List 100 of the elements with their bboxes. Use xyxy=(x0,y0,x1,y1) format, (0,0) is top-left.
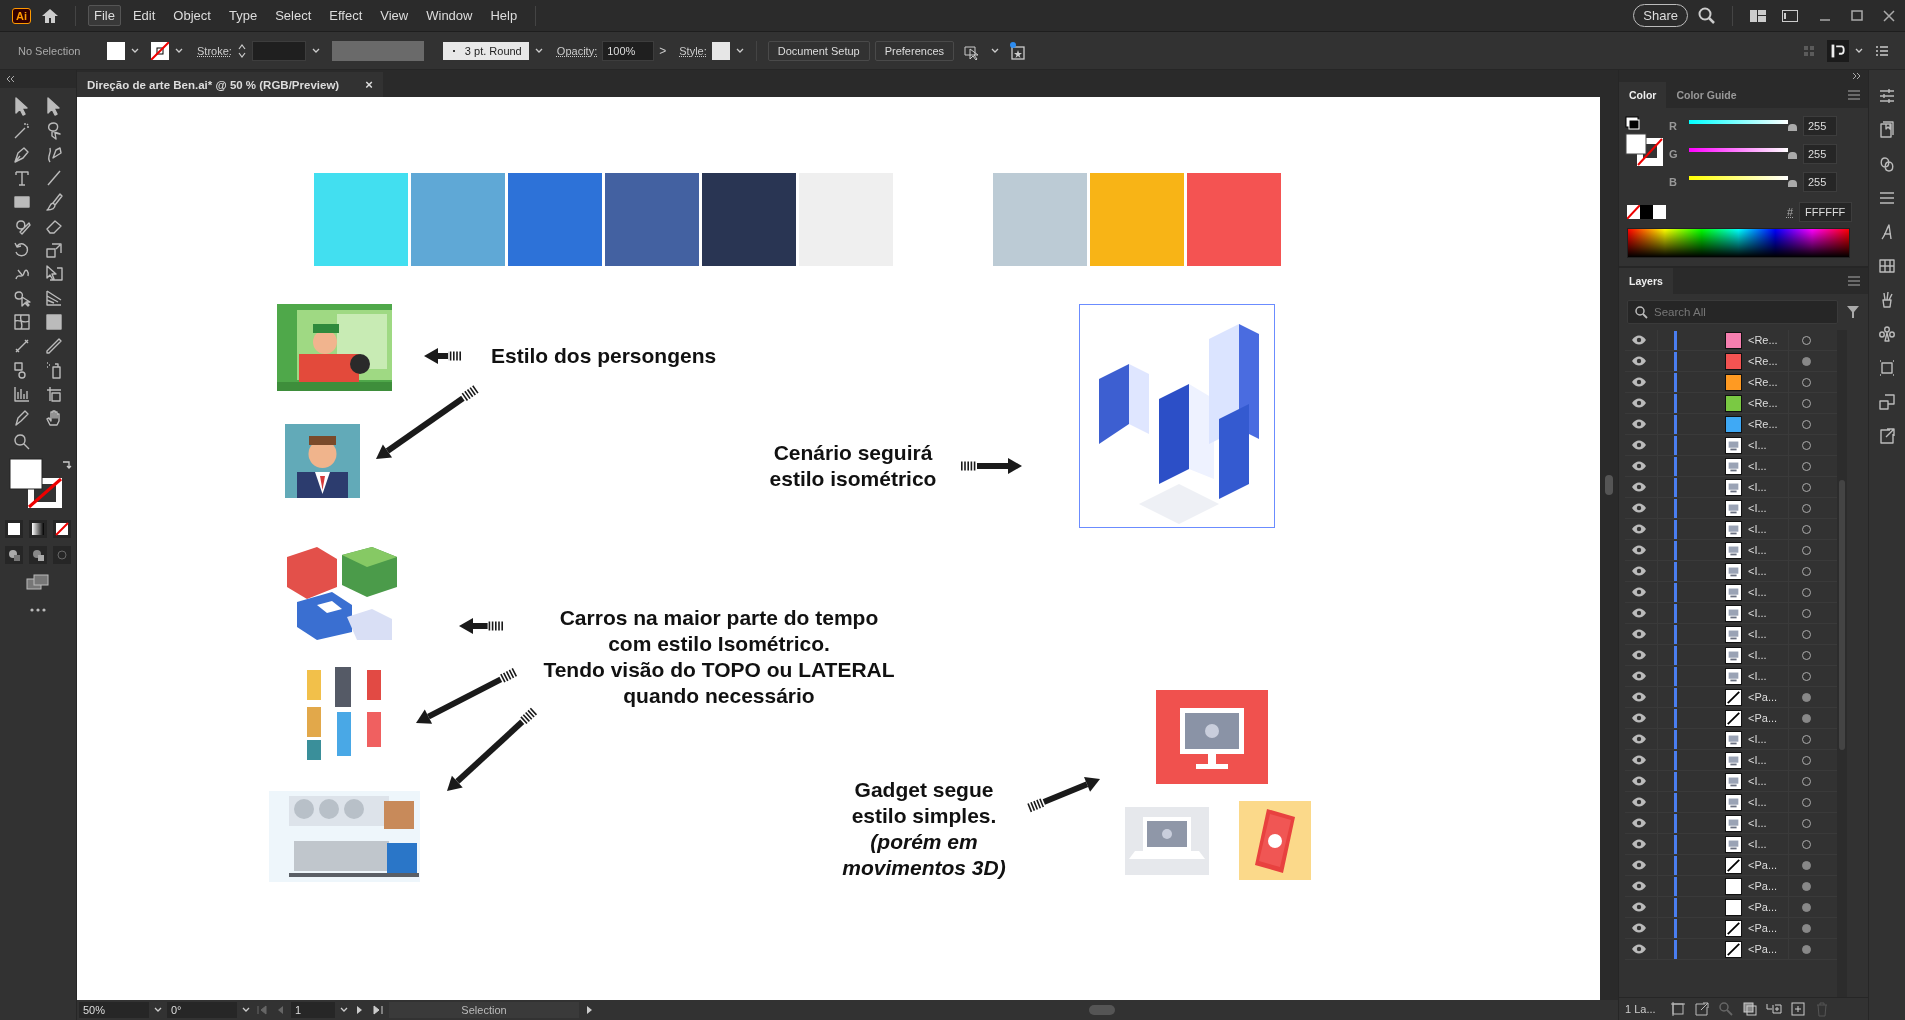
layer-name[interactable]: <I... xyxy=(1748,481,1788,493)
layer-name[interactable]: <Pa... xyxy=(1748,712,1788,724)
symbol-sprayer-icon[interactable] xyxy=(44,360,64,380)
layer-name[interactable]: <I... xyxy=(1748,565,1788,577)
target-icon[interactable] xyxy=(1801,944,1811,954)
layer-name[interactable]: <I... xyxy=(1748,649,1788,661)
eye-icon[interactable] xyxy=(1631,944,1647,954)
menu-item[interactable]: Edit xyxy=(126,5,162,26)
eye-icon[interactable] xyxy=(1631,335,1647,345)
scale-icon[interactable] xyxy=(44,240,64,260)
target-icon[interactable] xyxy=(1801,860,1811,870)
target-icon[interactable] xyxy=(1801,902,1811,912)
new-layer-icon[interactable] xyxy=(1789,1001,1806,1017)
eye-icon[interactable] xyxy=(1631,671,1647,681)
search-field[interactable]: Search All xyxy=(1627,300,1838,324)
layer-name[interactable]: <Pa... xyxy=(1748,691,1788,703)
stroke-swatch[interactable] xyxy=(151,41,169,60)
layer-name[interactable]: <Pa... xyxy=(1748,880,1788,892)
eye-icon[interactable] xyxy=(1631,482,1647,492)
quick-swatches[interactable] xyxy=(1627,205,1666,219)
opacity-field[interactable]: 100% xyxy=(602,40,655,61)
target-icon[interactable] xyxy=(1801,923,1811,933)
target-icon[interactable] xyxy=(1801,356,1811,366)
panel-tab[interactable]: Color xyxy=(1619,82,1667,108)
shape-builder-icon[interactable] xyxy=(12,288,32,308)
club-icon[interactable] xyxy=(1877,324,1897,344)
layer-name[interactable]: <I... xyxy=(1748,670,1788,682)
layer-name[interactable]: <I... xyxy=(1748,796,1788,808)
eye-icon[interactable] xyxy=(1631,776,1647,786)
eye-icon[interactable] xyxy=(1631,734,1647,744)
scrollbar-thumb[interactable] xyxy=(1839,480,1845,750)
eye-icon[interactable] xyxy=(1631,818,1647,828)
swatches-icon[interactable] xyxy=(1877,256,1897,276)
target-icon[interactable] xyxy=(1801,713,1811,723)
eye-icon[interactable] xyxy=(1631,440,1647,450)
menu-item[interactable]: Effect xyxy=(323,5,369,26)
scrollbar-thumb[interactable] xyxy=(1605,475,1613,495)
layer-name[interactable]: <Re... xyxy=(1748,334,1788,346)
eye-icon[interactable] xyxy=(1631,692,1647,702)
eye-icon[interactable] xyxy=(1631,587,1647,597)
artboard-field[interactable]: 1 xyxy=(291,1002,335,1018)
layer-name[interactable]: <I... xyxy=(1748,817,1788,829)
type-icon[interactable] xyxy=(12,168,32,188)
pathfinder-icon[interactable] xyxy=(1877,392,1897,412)
eye-icon[interactable] xyxy=(1631,629,1647,639)
bar-chart-icon[interactable] xyxy=(12,384,32,404)
toolbar-button[interactable]: Document Setup xyxy=(767,40,870,61)
last-page-icon[interactable] xyxy=(371,1005,385,1015)
variable-width-dropdown[interactable] xyxy=(331,40,424,61)
slider-thumb[interactable] xyxy=(1788,152,1797,159)
eye-icon[interactable] xyxy=(1631,398,1647,408)
collapse-icon[interactable] xyxy=(6,76,16,82)
eye-icon[interactable] xyxy=(1631,524,1647,534)
eye-icon[interactable] xyxy=(1631,356,1647,366)
eye-icon[interactable] xyxy=(1631,755,1647,765)
slider-thumb[interactable] xyxy=(1788,124,1797,131)
layer-name[interactable]: <Re... xyxy=(1748,418,1788,430)
channel-value-field[interactable]: 255 xyxy=(1803,116,1837,136)
sparkle-icon[interactable] xyxy=(1008,40,1028,61)
channel-value-field[interactable]: 255 xyxy=(1803,144,1837,164)
menu-item[interactable]: File xyxy=(88,5,121,26)
eye-icon[interactable] xyxy=(1631,566,1647,576)
filter-icon[interactable] xyxy=(1846,305,1860,319)
eye-icon[interactable] xyxy=(1631,881,1647,891)
layer-name[interactable]: <Pa... xyxy=(1748,901,1788,913)
stroke-weight-field[interactable] xyxy=(251,40,306,61)
draw-normal-icon[interactable] xyxy=(5,546,23,564)
layer-name[interactable]: <Re... xyxy=(1748,397,1788,409)
screen-mode-icon[interactable] xyxy=(26,574,50,590)
eye-icon[interactable] xyxy=(1631,650,1647,660)
menu-icon[interactable] xyxy=(1848,90,1860,100)
channel-value-field[interactable]: 255 xyxy=(1803,172,1837,192)
menu-item[interactable]: Select xyxy=(269,5,318,26)
eye-icon[interactable] xyxy=(1631,860,1647,870)
toolbar-button[interactable]: Preferences xyxy=(874,40,954,61)
perspective-grid-icon[interactable] xyxy=(44,288,64,308)
menu-item[interactable]: Help xyxy=(484,5,524,26)
document-tab[interactable]: Direção de arte Ben.ai* @ 50 % (RGB/Preview) × xyxy=(77,72,383,97)
eye-icon[interactable] xyxy=(1631,461,1647,471)
layer-name[interactable]: <I... xyxy=(1748,586,1788,598)
library-icon[interactable] xyxy=(1877,120,1897,140)
rotation-field[interactable]: 0° xyxy=(167,1002,237,1018)
layer-name[interactable]: <Pa... xyxy=(1748,859,1788,871)
color-spectrum[interactable] xyxy=(1627,228,1850,258)
eye-icon[interactable] xyxy=(1631,608,1647,618)
menu-item[interactable]: View xyxy=(374,5,415,26)
eye-icon[interactable] xyxy=(1631,419,1647,429)
hex-field[interactable]: FFFFFF xyxy=(1799,202,1852,222)
draw-inside-icon[interactable] xyxy=(53,546,71,564)
eye-icon[interactable] xyxy=(1631,797,1647,807)
swap-icon[interactable] xyxy=(61,458,73,470)
none-mode-icon[interactable] xyxy=(53,520,71,538)
panel-tab[interactable]: Layers xyxy=(1619,268,1673,294)
eyedropper-icon[interactable] xyxy=(44,336,64,356)
close-tab[interactable]: × xyxy=(365,77,373,92)
layer-name[interactable]: <I... xyxy=(1748,733,1788,745)
opacity-arrow[interactable]: > xyxy=(659,43,667,58)
menu-item[interactable]: Window xyxy=(420,5,479,26)
free-transform-icon[interactable] xyxy=(44,264,64,284)
menu-icon[interactable] xyxy=(1848,276,1860,286)
